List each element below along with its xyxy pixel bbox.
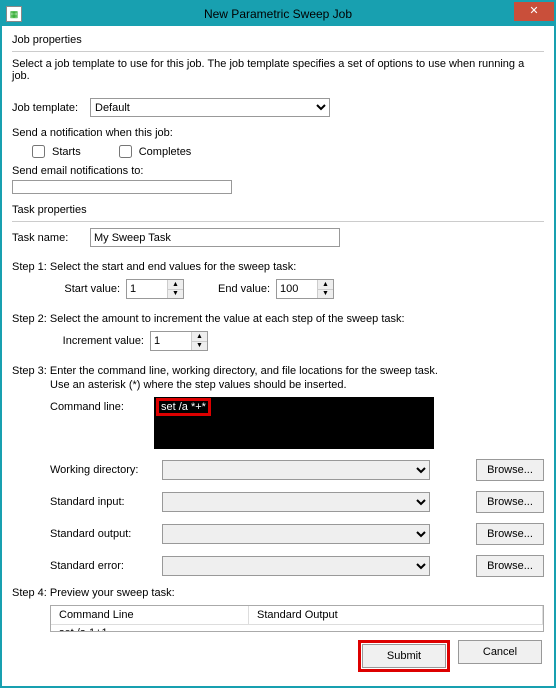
command-line-label: Command line: — [50, 401, 154, 413]
spin-up-icon[interactable]: ▲ — [192, 332, 207, 341]
dialog-window: ▦ New Parametric Sweep Job ✕ Job propert… — [0, 0, 556, 688]
preview-body: set /a 1+1 set /a 2+2 ... set /a 100+100 — [51, 625, 543, 632]
step2-heading: Step 2: Select the amount to increment t… — [12, 313, 544, 325]
job-properties-heading: Job properties — [12, 34, 544, 46]
task-name-label: Task name: — [12, 232, 90, 244]
task-properties-heading: Task properties — [12, 204, 544, 216]
cancel-button[interactable]: Cancel — [458, 640, 542, 664]
email-input[interactable] — [12, 180, 232, 194]
task-name-input[interactable] — [90, 228, 340, 247]
command-line-text: set /a *+* — [161, 401, 206, 413]
start-value-input[interactable] — [127, 280, 167, 298]
browse-standard-error-button[interactable]: Browse... — [476, 555, 544, 577]
browse-standard-input-button[interactable]: Browse... — [476, 491, 544, 513]
end-value-spinner[interactable]: ▲▼ — [276, 279, 334, 299]
standard-error-label: Standard error: — [50, 560, 154, 572]
job-template-label: Job template: — [12, 102, 90, 114]
window-title: New Parametric Sweep Job — [2, 7, 554, 21]
title-bar: ▦ New Parametric Sweep Job ✕ — [2, 2, 554, 26]
job-template-hint: Select a job template to use for this jo… — [12, 58, 544, 82]
step3-heading: Step 3: Enter the command line, working … — [12, 365, 544, 377]
browse-working-directory-button[interactable]: Browse... — [476, 459, 544, 481]
notification-heading: Send a notification when this job: — [12, 127, 544, 139]
client-area: Job properties Select a job template to … — [2, 26, 554, 686]
highlight-box: set /a *+* — [156, 398, 211, 416]
working-directory-label: Working directory: — [50, 464, 154, 476]
divider — [12, 51, 544, 52]
preview-header-row: Command Line Standard Output — [51, 606, 543, 625]
starts-label: Starts — [52, 146, 81, 158]
divider — [12, 221, 544, 222]
step1-heading: Step 1: Select the start and end values … — [12, 261, 544, 273]
close-button[interactable]: ✕ — [514, 2, 554, 21]
completes-label: Completes — [139, 146, 192, 158]
increment-label: Increment value: — [50, 335, 144, 347]
starts-checkbox-wrap[interactable]: Starts — [28, 142, 81, 161]
completes-checkbox-wrap[interactable]: Completes — [115, 142, 192, 161]
increment-input[interactable] — [151, 332, 191, 350]
preview-col-command-line: Command Line — [51, 606, 249, 624]
submit-button-highlight: Submit — [358, 640, 450, 672]
preview-col-standard-output: Standard Output — [249, 606, 543, 624]
browse-standard-output-button[interactable]: Browse... — [476, 523, 544, 545]
starts-checkbox[interactable] — [32, 145, 45, 158]
step4-heading: Step 4: Preview your sweep task: — [12, 587, 544, 599]
standard-output-label: Standard output: — [50, 528, 154, 540]
end-value-label: End value: — [200, 283, 270, 295]
start-value-label: Start value: — [50, 283, 120, 295]
dialog-buttons: Submit Cancel — [12, 632, 544, 676]
submit-button[interactable]: Submit — [362, 644, 446, 668]
standard-input-label: Standard input: — [50, 496, 154, 508]
spin-down-icon[interactable]: ▼ — [318, 289, 333, 299]
step3-subtext: Use an asterisk (*) where the step value… — [12, 379, 544, 391]
standard-error-select[interactable] — [162, 556, 430, 576]
command-line-input[interactable]: set /a *+* — [154, 397, 434, 449]
email-label: Send email notifications to: — [12, 165, 544, 177]
end-value-input[interactable] — [277, 280, 317, 298]
start-value-spinner[interactable]: ▲▼ — [126, 279, 184, 299]
spin-down-icon[interactable]: ▼ — [192, 341, 207, 351]
completes-checkbox[interactable] — [119, 145, 132, 158]
working-directory-select[interactable] — [162, 460, 430, 480]
close-icon: ✕ — [529, 6, 538, 17]
increment-spinner[interactable]: ▲▼ — [150, 331, 208, 351]
app-icon: ▦ — [6, 6, 22, 22]
standard-input-select[interactable] — [162, 492, 430, 512]
spin-up-icon[interactable]: ▲ — [168, 280, 183, 289]
spin-down-icon[interactable]: ▼ — [168, 289, 183, 299]
preview-table: Command Line Standard Output set /a 1+1 … — [50, 605, 544, 632]
spin-up-icon[interactable]: ▲ — [318, 280, 333, 289]
job-template-select[interactable]: Default — [90, 98, 330, 117]
standard-output-select[interactable] — [162, 524, 430, 544]
